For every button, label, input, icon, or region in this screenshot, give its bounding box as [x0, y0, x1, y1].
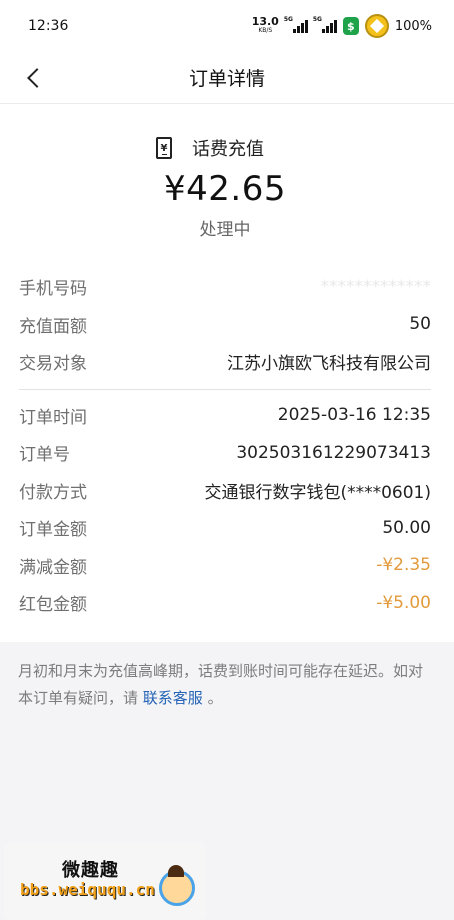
order-amount: ¥42.65: [164, 169, 286, 209]
watermark-title: 微趣趣: [62, 860, 119, 881]
notice-suffix: 。: [202, 688, 223, 707]
signal-label-2: 5G: [312, 16, 322, 23]
order-summary: ¥ 话费充值 ¥42.65 处理中: [19, 104, 431, 260]
detail-key: 订单号: [19, 445, 70, 466]
detail-value: 50: [409, 314, 431, 335]
battery-icon: [364, 14, 389, 38]
product-line: ¥ 话费充值: [19, 135, 431, 161]
detail-row-merchant: 交易对象 江苏小旗欧飞科技有限公司: [19, 343, 431, 381]
battery-level: 100%: [394, 18, 432, 34]
detail-row-order-number: 订单号 302503161229073413: [19, 434, 431, 472]
detail-row-discount: 满减金额 -¥2.35: [19, 547, 431, 585]
signal-icon: 5G: [283, 16, 308, 33]
detail-row-order-amount: 订单金额 50.00: [19, 509, 431, 547]
signal-label: 5G: [283, 16, 293, 23]
status-icons: 13.0 KB/S 5G 5G $ 100%: [252, 14, 432, 38]
detail-value: -¥5.00: [376, 592, 431, 613]
detail-value: 50.00: [382, 517, 431, 538]
network-speed-value: 13.0: [251, 15, 279, 28]
chevron-left-icon: [27, 68, 47, 88]
detail-row-order-time: 订单时间 2025-03-16 12:35: [19, 397, 431, 435]
watermark-url: bbs.weiququ.cn: [20, 880, 155, 899]
detail-key: 付款方式: [19, 482, 87, 503]
status-bar: 12:36 13.0 KB/S 5G 5G $ 100%: [0, 0, 454, 52]
divider: [19, 388, 431, 390]
detail-row-face-value: 充值面额 50: [19, 306, 431, 344]
details-top: 手机号码 ************* 充值面额 50 交易对象 江苏小旗欧飞科技…: [19, 260, 431, 381]
detail-row-payment-method: 付款方式 交通银行数字钱包(****0601): [19, 472, 431, 510]
network-speed: 13.0 KB/S: [251, 15, 279, 35]
detail-key: 订单金额: [19, 520, 87, 541]
nav-bar: 订单详情: [0, 52, 454, 104]
detail-key: 满减金额: [19, 557, 87, 578]
security-shield-icon: $: [342, 17, 359, 35]
mascot-icon: [159, 865, 195, 906]
phone-recharge-icon: ¥: [156, 137, 172, 159]
detail-value: 交通银行数字钱包(****0601): [204, 482, 431, 503]
product-name: 话费充值: [192, 139, 264, 160]
watermark: 微趣趣 bbs.weiququ.cn: [4, 842, 206, 920]
detail-value: *************: [320, 276, 432, 297]
detail-value: -¥2.35: [376, 555, 431, 576]
detail-key: 交易对象: [19, 354, 87, 375]
contact-support-link[interactable]: 联系客服: [143, 689, 203, 707]
signal-icon-2: 5G: [312, 16, 337, 33]
detail-key: 手机号码: [19, 279, 87, 300]
back-button[interactable]: [18, 62, 50, 94]
detail-value[interactable]: 302503161229073413: [236, 443, 431, 463]
page-title: 订单详情: [188, 68, 265, 90]
status-time: 12:36: [28, 18, 69, 34]
detail-row-red-packet: 红包金额 -¥5.00: [19, 584, 431, 622]
detail-value: 2025-03-16 12:35: [277, 405, 431, 426]
notice: 月初和月末为充值高峰期，话费到账时间可能存在延迟。如对本订单有疑问，请 联系客服…: [0, 642, 454, 728]
detail-value: 江苏小旗欧飞科技有限公司: [227, 354, 431, 375]
detail-key: 红包金额: [19, 595, 87, 616]
detail-row-phone: 手机号码 *************: [19, 268, 431, 306]
order-status: 处理中: [199, 220, 251, 240]
details-bottom: 订单时间 2025-03-16 12:35 订单号 30250316122907…: [19, 397, 431, 622]
detail-key: 充值面额: [19, 316, 87, 337]
order-card: ¥ 话费充值 ¥42.65 处理中 手机号码 ************* 充值面…: [0, 104, 454, 642]
detail-key: 订单时间: [19, 407, 87, 428]
network-speed-unit: KB/S: [258, 27, 273, 34]
